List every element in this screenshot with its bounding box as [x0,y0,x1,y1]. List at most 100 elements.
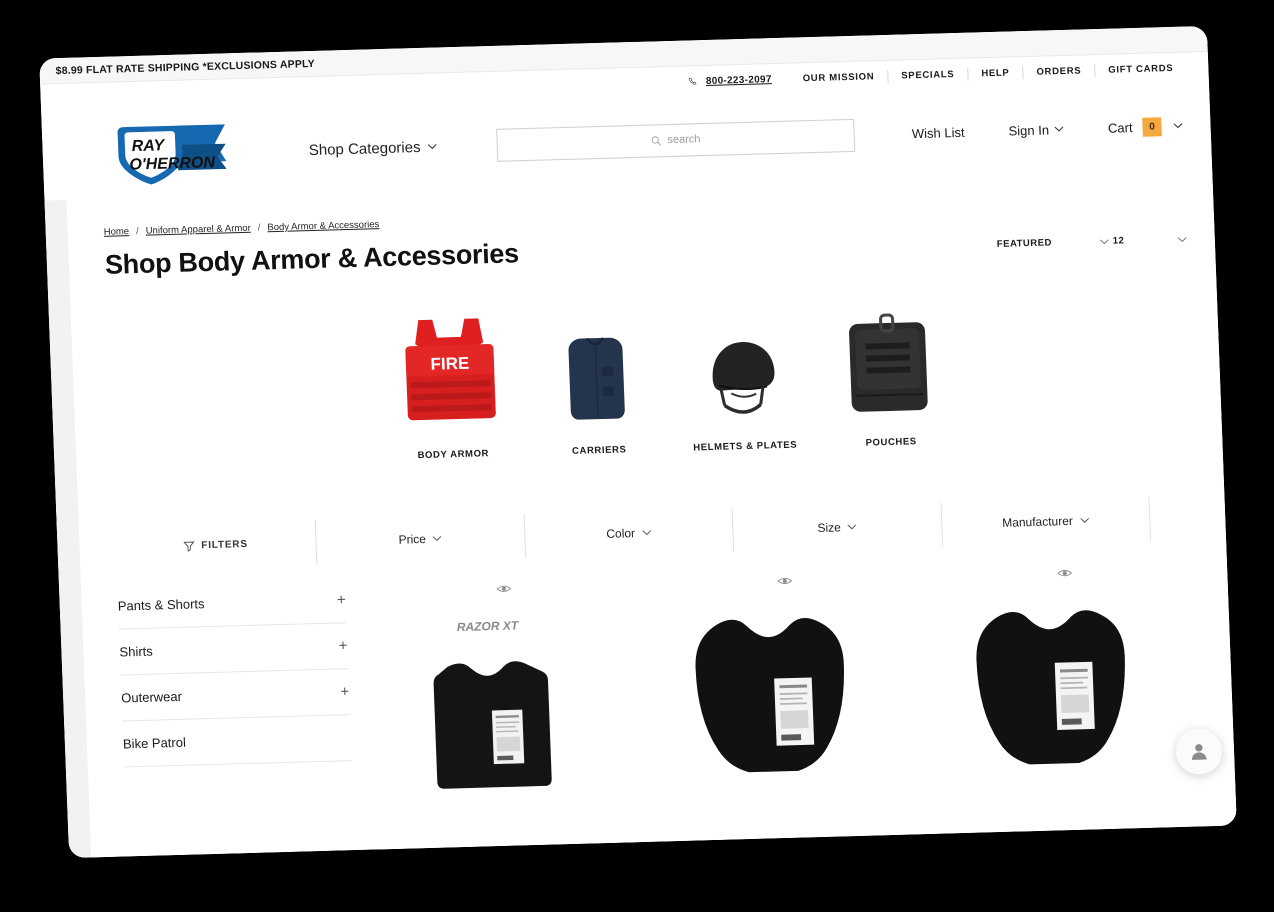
funnel-icon [183,541,195,552]
filter-facet-label: Size [817,520,842,536]
search-placeholder: search [667,133,701,147]
filter-facet-price[interactable]: Price [314,514,525,565]
sort-by-select[interactable]: FEATURED [997,236,1109,250]
sort-by-value: FEATURED [996,237,1053,250]
page-title: Shop Body Armor & Accessories [104,238,520,280]
expand-icon[interactable]: + [338,637,347,654]
sidebar-item-label: Bike Patrol [122,734,187,752]
wish-list-label: Wish List [911,124,965,141]
phone-number[interactable]: 800-223-2097 [706,74,772,87]
chevron-down-icon [1055,126,1064,132]
filter-facet-label: Manufacturer [1001,513,1074,530]
chevron-down-icon [433,536,442,542]
cart-label: Cart [1107,119,1133,136]
promo-text: $8.99 FLAT RATE SHIPPING *EXCLUSIONS APP… [55,57,316,77]
logo-line1: RAY [131,137,166,155]
eye-icon [776,577,792,585]
ballistic-helmet-black-icon [712,342,775,414]
product-image [695,618,845,773]
filter-bar-end [1148,495,1199,541]
product-brand-logo: RAZOR XT [457,618,521,634]
breadcrumb-item-home[interactable]: Home [104,226,130,238]
sidebar-item-shirts[interactable]: Shirts + [118,623,349,676]
eye-icon [1057,570,1073,577]
breadcrumb-separator: / [257,222,261,234]
category-tile-pouches[interactable]: POUCHES [815,295,963,450]
chevron-down-icon [1080,518,1089,523]
filters-toggle[interactable]: FILTERS [115,520,317,570]
utility-nav-item-specials[interactable]: SPECIALS [887,67,968,83]
breadcrumb-item-body-armor-accessories[interactable]: Body Armor & Accessories [267,219,379,233]
category-tile-label: HELMETS & PLATES [693,439,798,454]
sidebar-item-bike-patrol[interactable]: Bike Patrol [122,715,352,768]
sign-in-label: Sign In [1008,121,1050,139]
product-card[interactable] [650,565,927,790]
quickview-button[interactable] [496,577,512,601]
product-image [976,610,1125,765]
filter-facet-label: Price [398,531,427,547]
phone-icon [689,77,697,85]
category-tile-helmets-plates[interactable]: HELMETS & PLATES [669,299,817,454]
sign-in-menu[interactable]: Sign In [1008,121,1064,139]
cart-count-badge: 0 [1142,116,1162,137]
chevron-down-icon [427,144,437,150]
sidebar-item-label: Pants & Shorts [117,596,205,614]
utility-nav-item-help[interactable]: HELP [967,65,1023,81]
product-grid: RAZOR XT [369,553,1207,798]
phone-link[interactable]: 800-223-2097 [688,74,772,87]
category-tile-carriers[interactable]: CARRIERS [523,303,671,458]
per-page-value: 12 [1112,235,1125,247]
sort-controls: FEATURED 12 [997,234,1188,256]
body-armor-vest-red-icon: FIRE [405,318,496,421]
logo[interactable]: RAY O'HERRON [104,117,233,190]
shop-categories-menu[interactable]: Shop Categories [308,138,437,159]
product-brand-text: RAZOR XT [457,618,521,634]
cart-menu[interactable]: Cart 0 [1108,116,1183,137]
wish-list-link[interactable]: Wish List [912,124,965,140]
filter-facet-label: Color [606,526,636,541]
utility-nav-item-gift-cards[interactable]: GIFT CARDS [1094,61,1187,77]
product-card[interactable] [930,557,1207,782]
sidebar-item-label: Shirts [119,643,154,660]
tactical-pouch-black-icon [849,313,928,412]
utility-nav-item-our-mission[interactable]: OUR MISSION [789,69,887,85]
carrier-vest-navy-icon [568,337,625,420]
chevron-down-icon [1099,238,1109,244]
expand-icon[interactable]: + [337,591,346,608]
eye-icon [496,585,512,592]
sidebar-item-label: Outerwear [120,688,183,706]
browser-frame: $8.99 FLAT RATE SHIPPING *EXCLUSIONS APP… [39,25,1237,859]
quickview-button[interactable] [776,569,792,593]
category-tile-body-armor[interactable]: FIRE BODY ARMOR [377,307,525,462]
product-card[interactable]: RAZOR XT [369,573,646,798]
chevron-down-icon [1177,236,1187,242]
sidebar-item-outerwear[interactable]: Outerwear + [120,669,351,722]
chevron-down-icon [642,530,651,536]
category-tile-label: BODY ARMOR [417,448,490,462]
chat-widget-button[interactable] [1175,727,1223,776]
breadcrumb-item-uniform-apparel-armor[interactable]: Uniform Apparel & Armor [146,223,251,237]
screenshot-stage: $8.99 FLAT RATE SHIPPING *EXCLUSIONS APP… [0,0,1274,912]
person-icon [1191,744,1207,760]
filter-facet-size[interactable]: Size [731,502,942,553]
search-icon [651,135,661,146]
svg-text:FIRE: FIRE [430,354,469,374]
search-input[interactable]: search [495,118,855,162]
filters-label: FILTERS [201,538,249,551]
product-image [433,661,553,789]
filter-facet-manufacturer[interactable]: Manufacturer [939,496,1151,547]
filter-facet-color[interactable]: Color [523,508,734,559]
logo-line2: O'HERRON [129,154,216,173]
chevron-down-icon [1173,123,1183,129]
expand-icon[interactable]: + [340,683,349,700]
per-page-select[interactable]: 12 [1113,234,1187,247]
category-tile-label: POUCHES [865,436,917,449]
sidebar-item-pants-shorts[interactable]: Pants & Shorts + [116,577,347,630]
category-sidebar: Pants & Shorts + Shirts + Outerwear + Bi… [116,577,377,806]
shop-categories-label: Shop Categories [308,138,421,159]
category-tiles: FIRE BODY ARMOR CARRIERS HELMETS & PLATE… [107,289,1194,470]
category-tile-label: CARRIERS [571,444,627,457]
quickview-button[interactable] [1057,561,1073,585]
utility-nav-item-orders[interactable]: ORDERS [1022,63,1095,79]
page-content: Home / Uniform Apparel & Armor / Body Ar… [66,167,1237,858]
